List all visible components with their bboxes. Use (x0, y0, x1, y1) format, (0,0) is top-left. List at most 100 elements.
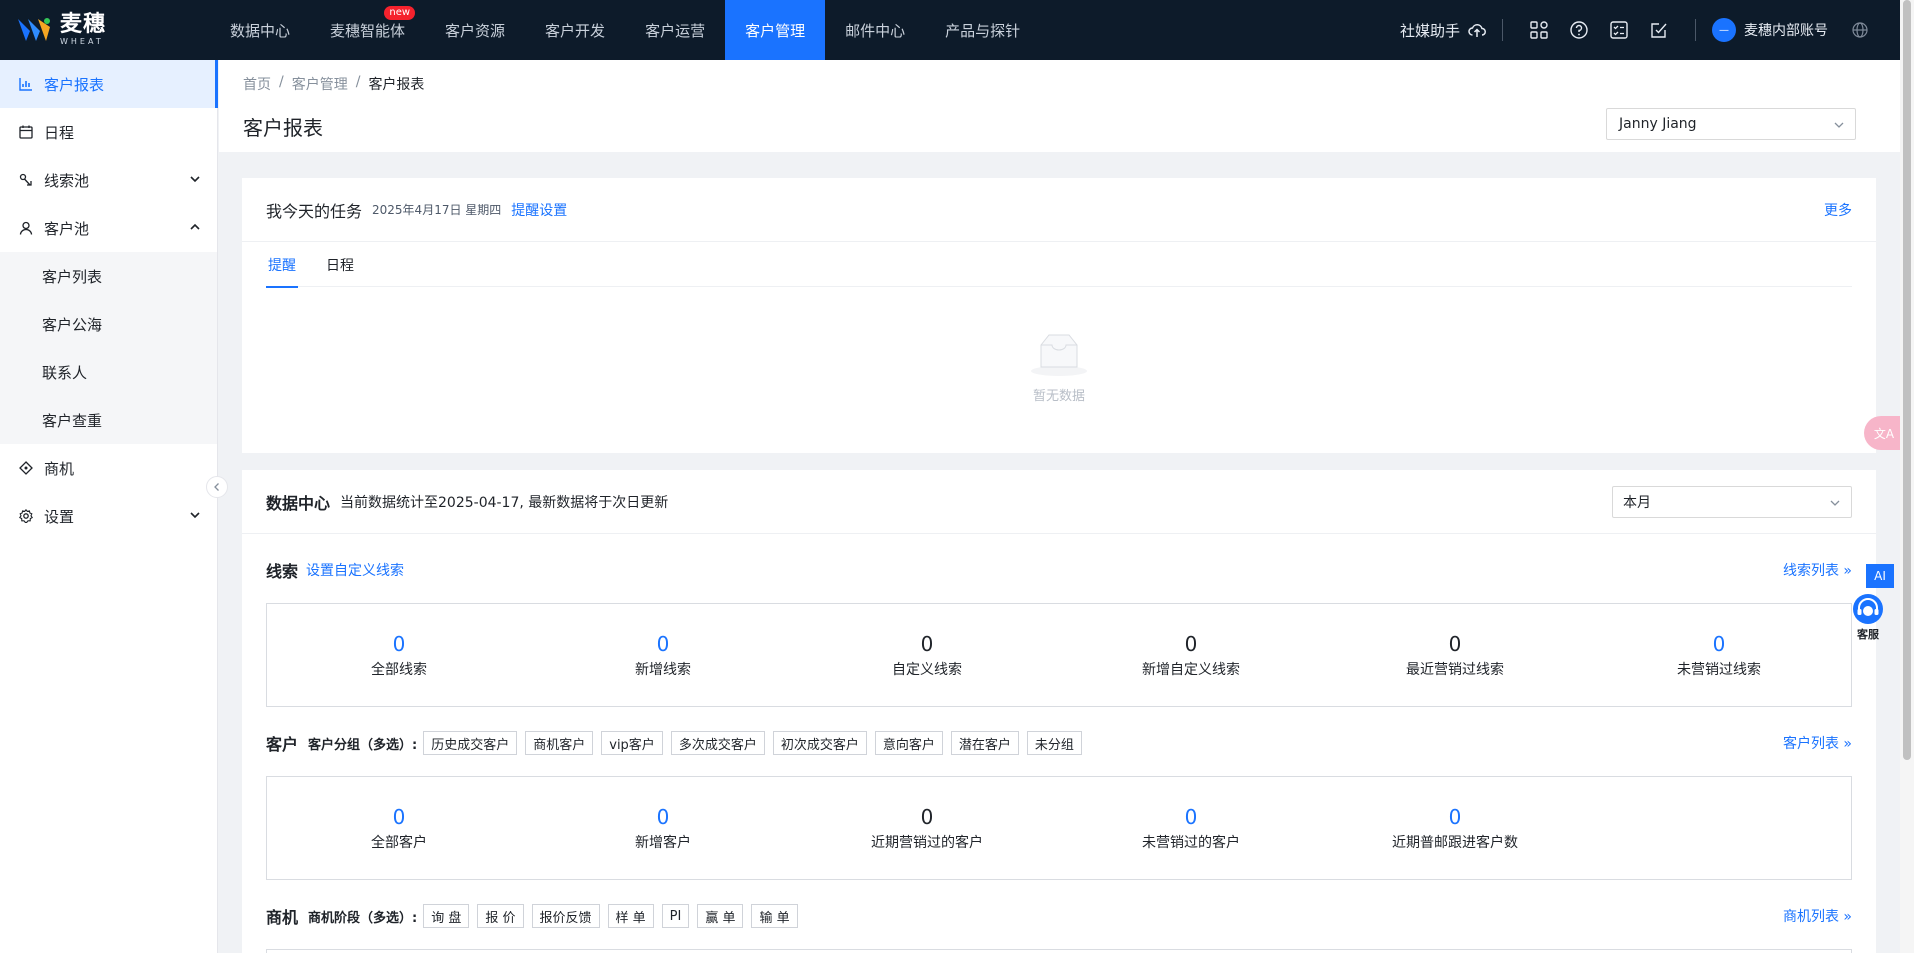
stat-item[interactable]: 0 全部线索 (267, 604, 531, 706)
sidebar-item-customer-report[interactable]: 客户报表 (0, 60, 218, 108)
nav-item-7[interactable]: 产品与探针 (925, 0, 1040, 60)
nav-item-4[interactable]: 客户运营 (625, 0, 725, 60)
brand-name-en: WHEAT (60, 37, 104, 46)
tasks-date: 2025年4月17日 星期四 (372, 203, 502, 217)
sidebar-item-clue-pool[interactable]: 线索池 (0, 156, 217, 204)
brand-name: 麦穗 (60, 12, 107, 37)
nav-item-2[interactable]: 客户资源 (425, 0, 525, 60)
nav-item-label: 客户运营 (645, 21, 706, 40)
sidebar-item-label: 日程 (44, 123, 75, 142)
task-list-icon[interactable] (1607, 18, 1631, 42)
account-menu[interactable]: — 麦穗内部账号 (1712, 18, 1828, 42)
sidebar-item-opportunity[interactable]: 商机 (0, 444, 217, 492)
custom-clue-setting-link[interactable]: 设置自定义线索 (306, 560, 404, 580)
calendar-icon (18, 124, 34, 140)
translate-button[interactable]: 文A (1864, 416, 1904, 450)
reminder-settings-link[interactable]: 提醒设置 (511, 200, 567, 220)
user-select[interactable]: Janny Jiang (1606, 108, 1856, 140)
sidebar-sub-customer-list[interactable]: 客户列表 (0, 252, 217, 300)
customer-service-button[interactable]: 客服 (1850, 592, 1886, 644)
sidebar-sub-customer-sea[interactable]: 客户公海 (0, 300, 217, 348)
chevron-down-icon (190, 176, 200, 183)
social-helper-button[interactable]: 社媒助手 (1400, 20, 1486, 41)
filter-chip[interactable]: 商机客户 (525, 731, 594, 755)
filter-chip[interactable]: 多次成交客户 (670, 731, 765, 755)
opportunity-list-label: 商机列表 (1782, 909, 1839, 925)
opportunity-icon (18, 460, 34, 476)
stat-item[interactable]: 0 全部客户 (267, 777, 531, 879)
apps-grid-icon[interactable] (1527, 18, 1551, 42)
opportunity-stats (266, 949, 1852, 953)
data-center-note: 当前数据统计至2025-04-17, 最新数据将于次日更新 (340, 494, 669, 511)
stat-value: 0 (392, 805, 406, 829)
gear-icon (18, 508, 34, 524)
ai-button[interactable]: AI (1866, 564, 1894, 588)
tab-schedule[interactable]: 日程 (324, 242, 356, 287)
stat-item[interactable]: 0 新增客户 (531, 777, 795, 879)
stat-item[interactable]: 0 自定义线索 (795, 604, 1059, 706)
filter-chip[interactable]: 历史成交客户 (423, 731, 518, 755)
new-badge: new (384, 6, 416, 20)
empty-inbox-icon (1031, 334, 1087, 376)
filter-chip[interactable]: vip客户 (601, 731, 663, 755)
edit-check-icon[interactable] (1647, 18, 1671, 42)
stat-item[interactable]: 0 最近营销过线索 (1323, 604, 1587, 706)
headset-icon (1853, 594, 1883, 624)
stat-item[interactable]: 0 新增自定义线索 (1059, 604, 1323, 706)
globe-icon[interactable] (1848, 18, 1872, 42)
sidebar-sub-customer-dedup[interactable]: 客户查重 (0, 396, 217, 444)
sidebar-sub-contacts[interactable]: 联系人 (0, 348, 217, 396)
page-scrollbar[interactable] (1900, 0, 1914, 953)
customer-group-label: 客户分组（多选）: (308, 737, 418, 753)
filter-chip[interactable]: 意向客户 (874, 731, 943, 755)
stat-value: 0 (392, 632, 406, 656)
double-chevron-right-icon: » (1843, 563, 1852, 579)
stat-label: 未营销过线索 (1677, 662, 1761, 678)
filter-chip[interactable]: 报 价 (477, 904, 524, 928)
stat-value: 0 (656, 632, 670, 656)
clue-list-link[interactable]: 线索列表 » (1783, 560, 1852, 580)
nav-item-label: 客户资源 (445, 21, 506, 40)
nav-item-6[interactable]: 邮件中心 (825, 0, 925, 60)
page-header: 首页 / 客户管理 / 客户报表 客户报表 Janny Jiang (219, 60, 1900, 152)
stat-item[interactable]: 0 近期营销过的客户 (795, 777, 1059, 879)
more-link[interactable]: 更多 (1824, 200, 1852, 220)
sidebar-item-settings[interactable]: 设置 (0, 492, 217, 540)
nav-item-3[interactable]: 客户开发 (525, 0, 625, 60)
empty-state: 暂无数据 (242, 333, 1876, 404)
help-icon[interactable] (1567, 18, 1591, 42)
period-select[interactable]: 本月 (1612, 485, 1852, 518)
stat-item[interactable]: 0 未营销过的客户 (1059, 777, 1323, 879)
breadcrumb-home[interactable]: 首页 (243, 74, 271, 94)
stat-value: 0 (1184, 632, 1198, 656)
stat-value: 0 (1712, 632, 1726, 656)
filter-chip[interactable]: 潜在客户 (950, 731, 1019, 755)
breadcrumb-customer-management[interactable]: 客户管理 (292, 74, 348, 94)
breadcrumb-current: 客户报表 (368, 77, 425, 93)
filter-chip[interactable]: 样 单 (607, 904, 654, 928)
customer-list-link[interactable]: 客户列表 » (1783, 733, 1852, 753)
nav-item-5[interactable]: 客户管理 (725, 0, 826, 60)
filter-chip[interactable]: 赢 单 (697, 904, 744, 928)
filter-chip[interactable]: 报价反馈 (531, 904, 600, 928)
sidebar-item-label: 商机 (44, 459, 75, 478)
brand-logo[interactable]: 麦穗 WHEAT (0, 0, 200, 60)
sidebar-item-customer-pool[interactable]: 客户池 (0, 204, 217, 252)
filter-chip[interactable]: 初次成交客户 (772, 731, 867, 755)
stat-item[interactable]: 0 未营销过线索 (1587, 604, 1851, 706)
customer-service-label: 客服 (1857, 628, 1879, 641)
chevron-down-icon (1830, 500, 1840, 506)
sidebar-item-schedule[interactable]: 日程 (0, 108, 217, 156)
filter-chip[interactable]: 未分组 (1026, 731, 1082, 755)
nav-item-0[interactable]: 数据中心 (210, 0, 310, 60)
filter-chip[interactable]: 询 盘 (423, 904, 470, 928)
opportunity-list-link[interactable]: 商机列表 » (1783, 906, 1852, 926)
sidebar-collapse-button[interactable] (206, 476, 228, 498)
filter-chip[interactable]: PI (661, 904, 690, 928)
stat-item[interactable]: 0 新增线索 (531, 604, 795, 706)
stat-item[interactable]: 0 近期普邮跟进客户数 (1323, 777, 1587, 879)
nav-item-1[interactable]: 麦穗智能体 new (310, 0, 425, 60)
filter-chip[interactable]: 输 单 (751, 904, 798, 928)
scrollbar-thumb[interactable] (1903, 0, 1911, 760)
tab-reminder[interactable]: 提醒 (266, 242, 298, 288)
